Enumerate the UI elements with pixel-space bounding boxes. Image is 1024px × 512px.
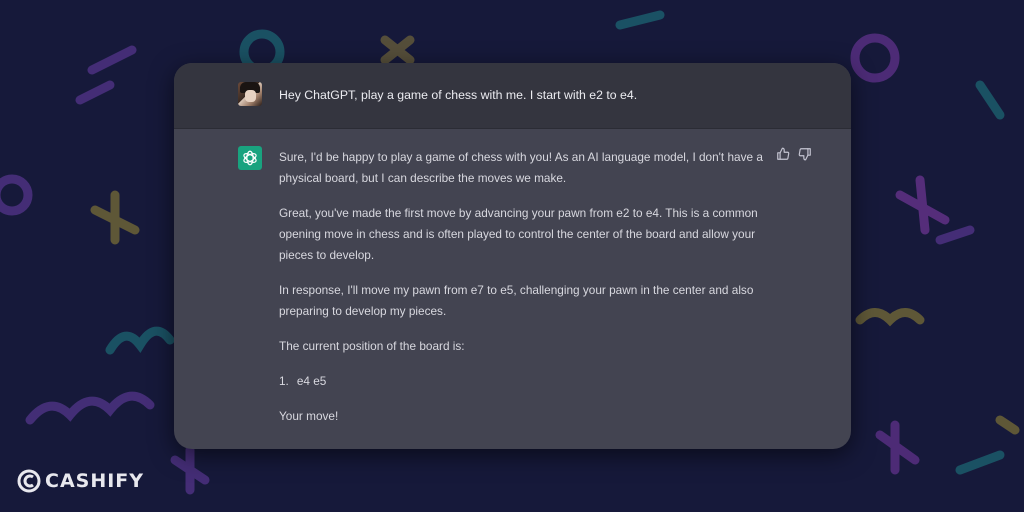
assistant-paragraph: Great, you've made the first move by adv… (279, 206, 758, 262)
openai-logo-icon (238, 146, 262, 170)
thumbs-up-icon[interactable] (776, 147, 790, 161)
cashify-logo: CASHIFY (17, 469, 144, 493)
assistant-closing: Your move! (279, 409, 339, 423)
moves-list: 1. e4 e5 (279, 371, 777, 392)
watermark-text: CASHIFY (45, 470, 145, 492)
cashify-logo-icon (17, 469, 41, 493)
chat-card: Hey ChatGPT, play a game of chess with m… (174, 63, 851, 449)
list-item-text: e4 e5 (296, 374, 327, 388)
user-avatar (238, 82, 262, 106)
user-message-row: Hey ChatGPT, play a game of chess with m… (174, 63, 851, 129)
assistant-paragraph: Sure, I'd be happy to play a game of che… (279, 150, 763, 185)
list-item: 1. e4 e5 (279, 371, 777, 392)
thumbs-down-icon[interactable] (798, 147, 812, 161)
user-message-text: Hey ChatGPT, play a game of chess with m… (279, 88, 638, 102)
assistant-paragraph: In response, I'll move my pawn from e7 t… (279, 283, 754, 318)
assistant-paragraph: The current position of the board is: (279, 339, 465, 353)
list-item-number: 1. (279, 374, 289, 388)
assistant-message: Sure, I'd be happy to play a game of che… (279, 147, 777, 441)
